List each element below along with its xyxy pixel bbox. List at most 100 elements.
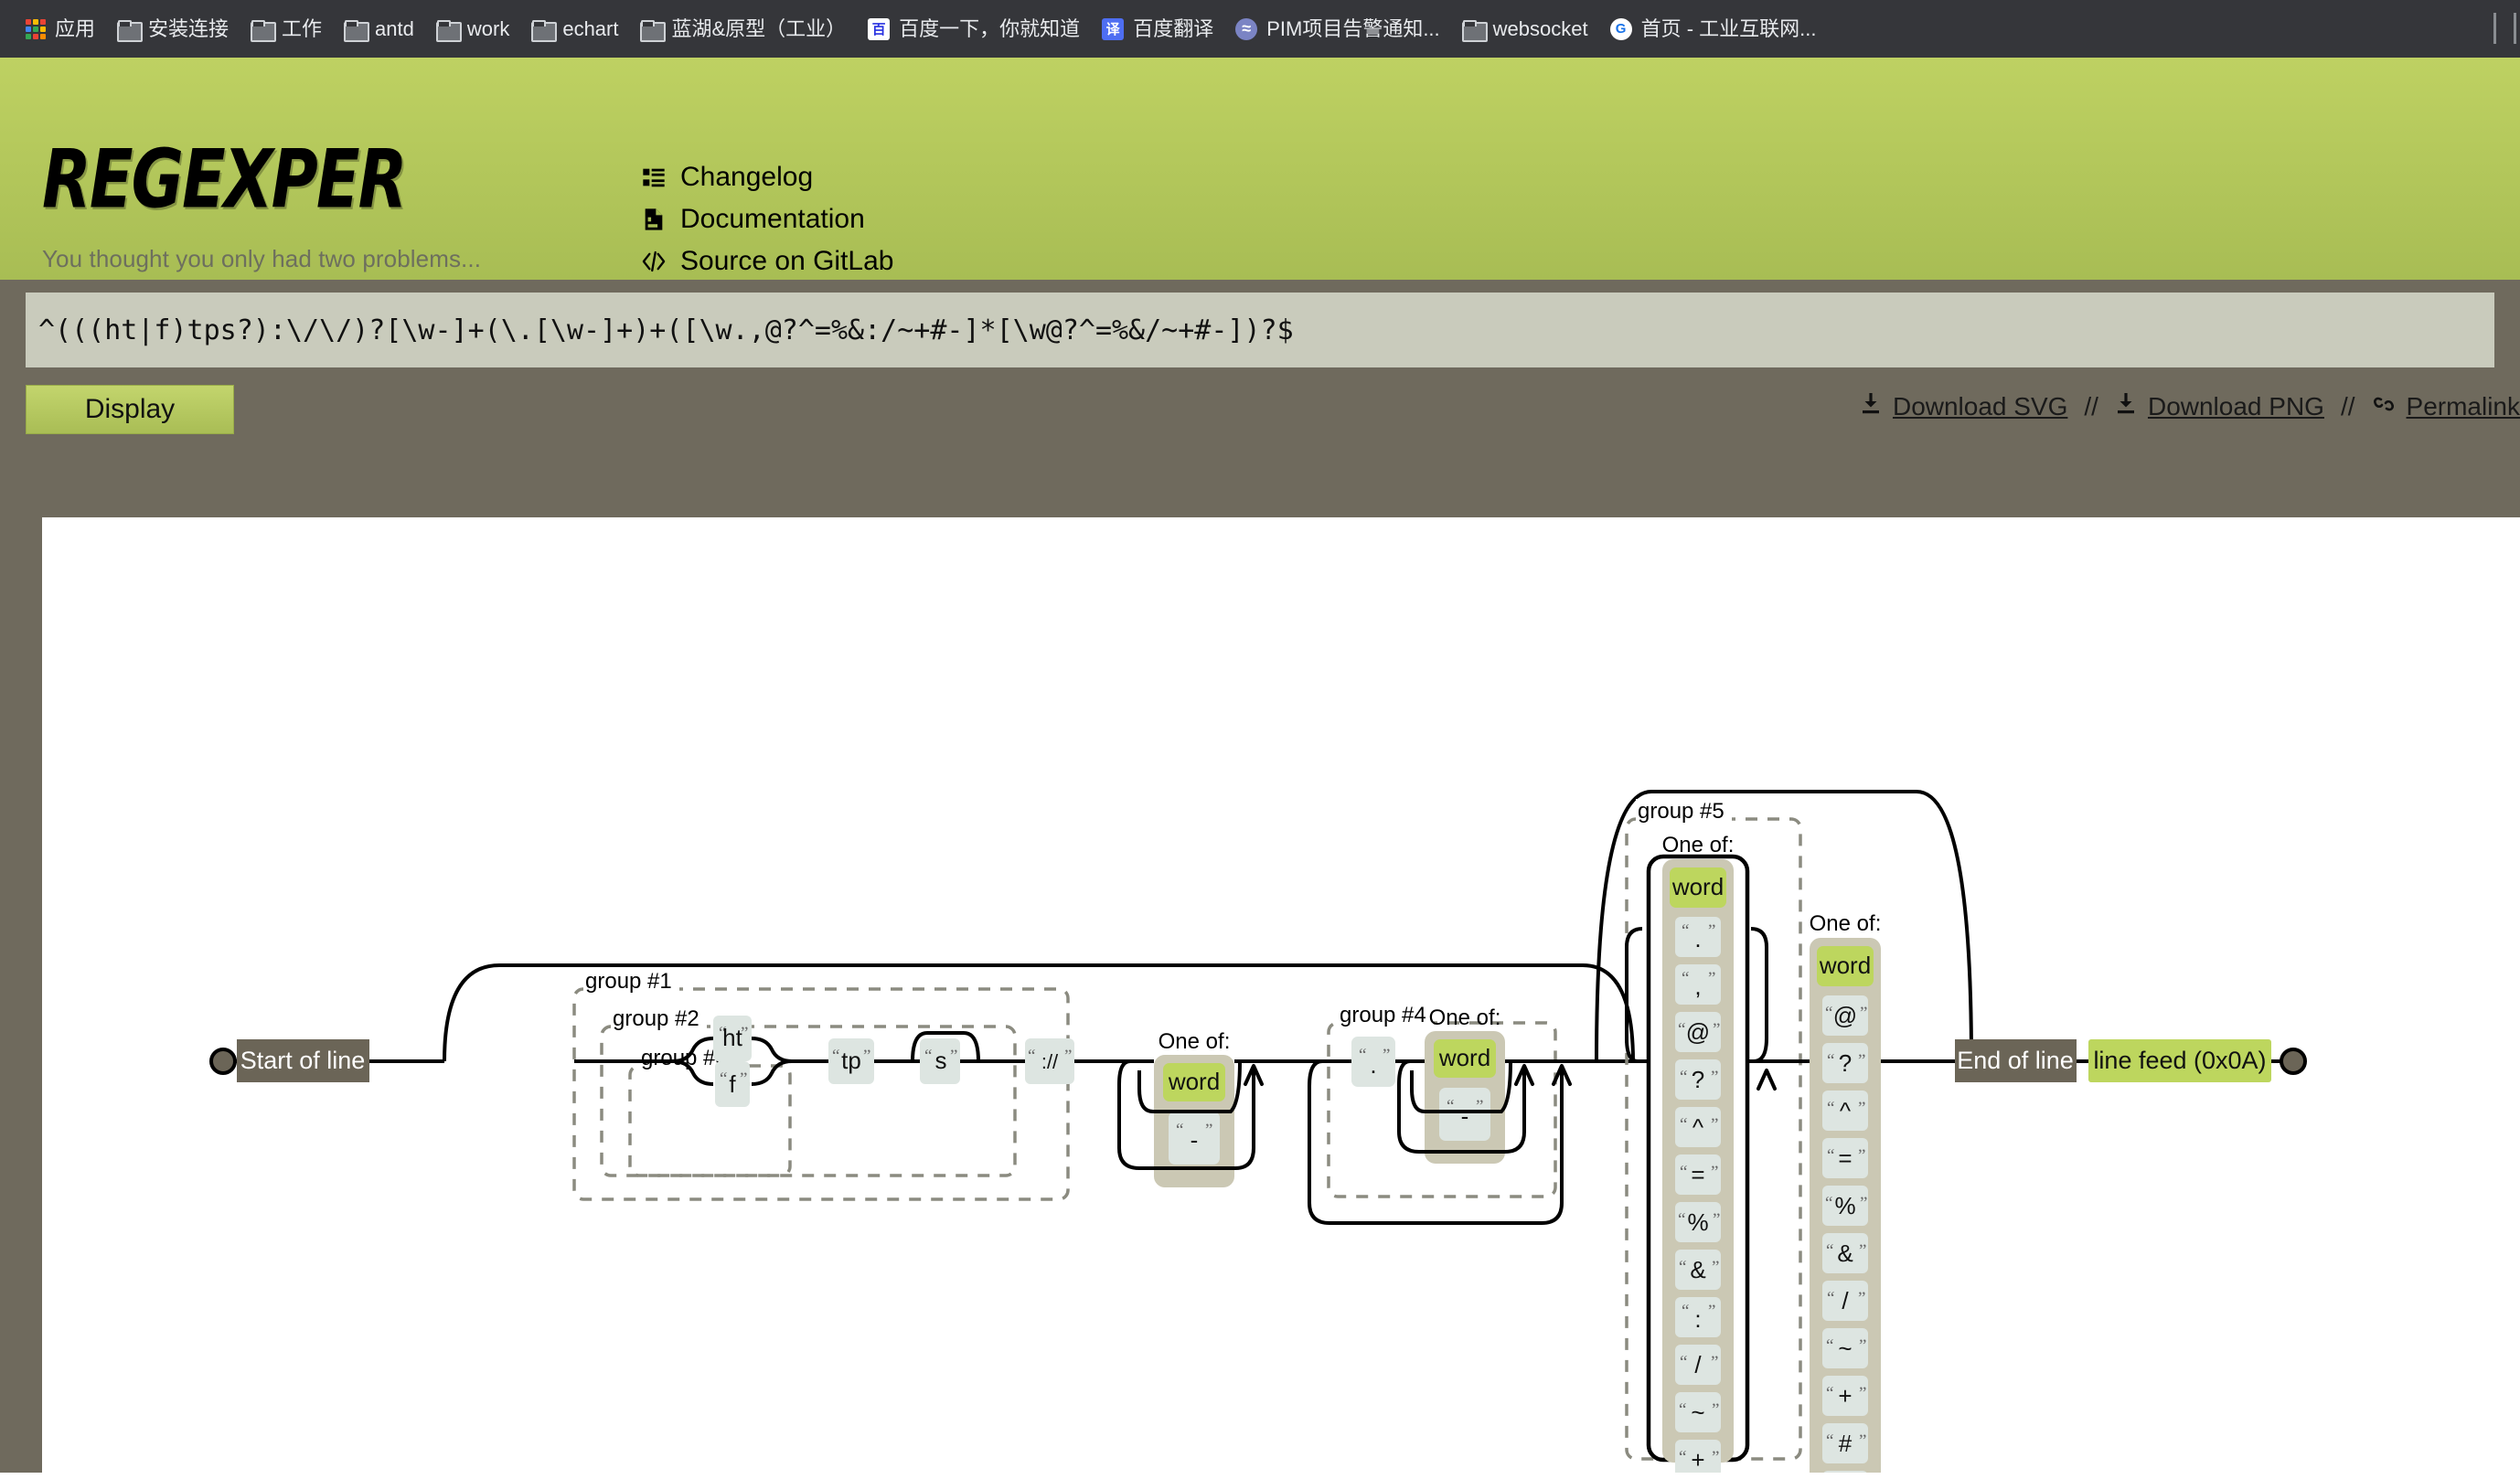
literal-tp: “ tp ”: [828, 1038, 874, 1084]
bookmark-label: echart: [562, 16, 619, 40]
download-png-label: Download PNG: [2147, 391, 2324, 420]
svg-text:=: =: [1838, 1144, 1852, 1172]
end-of-line-node: End of line: [1955, 1039, 2077, 1082]
charset-word-label: word: [1168, 1068, 1220, 1095]
svg-text:”: ”: [1860, 1194, 1867, 1213]
railroad-svg: .t-anchor { font-family:"Liberation Sans…: [209, 790, 2307, 1473]
regex-input[interactable]: [26, 293, 2494, 367]
svg-text:?: ?: [1692, 1066, 1704, 1093]
bookmark-item-home-iiot[interactable]: G 首页 - 工业互联网...: [1599, 13, 1828, 46]
svg-text:?: ?: [1839, 1049, 1852, 1077]
bookmark-label: 百度一下，你就知道: [899, 16, 1081, 40]
charset-1-item: “ ? ”: [1675, 1059, 1721, 1100]
svg-text:“: “: [1680, 1115, 1687, 1134]
regex-railroad-diagram[interactable]: .t-anchor { font-family:"Liberation Sans…: [42, 517, 2520, 1473]
bookmark-item-pim[interactable]: ≈ PIM项目告警通知...: [1224, 13, 1450, 46]
charset-1-item: “ / ”: [1675, 1345, 1721, 1385]
svg-text:#: #: [1839, 1430, 1853, 1457]
svg-text:”: ”: [1858, 1099, 1865, 1118]
svg-text:~: ~: [1691, 1399, 1704, 1426]
svg-text:+: +: [1838, 1382, 1852, 1410]
download-icon: [2115, 391, 2137, 421]
folder-icon: [435, 19, 462, 42]
nav-item-source-on-gitlab[interactable]: Source on GitLab: [640, 240, 893, 282]
nav-item-label: Changelog: [680, 162, 814, 192]
charset-2-item: “ - ”: [1823, 1471, 1867, 1473]
charset-2-item: “ ? ”: [1822, 1043, 1868, 1083]
literal-tp-label: tp: [841, 1047, 861, 1074]
svg-text:“: “: [1827, 1146, 1834, 1165]
svg-text:“: “: [1827, 1051, 1834, 1070]
svg-text:”: ”: [1859, 1241, 1866, 1261]
charset-2-item: “ @ ”: [1822, 995, 1868, 1036]
svg-text:=: =: [1691, 1161, 1704, 1188]
svg-text:”: ”: [1859, 1384, 1866, 1403]
charset-1-item: “ ~ ”: [1675, 1392, 1721, 1432]
charset-1-item: “ , ”: [1675, 964, 1721, 1005]
literal-s: “ s ”: [920, 1038, 960, 1084]
nav-item-documentation[interactable]: Documentation: [640, 198, 893, 240]
bookmark-label: 安装连接: [148, 16, 230, 40]
home-favicon: G: [1609, 17, 1632, 40]
svg-text:“: “: [1678, 1210, 1685, 1229]
bookmark-label: 蓝湖&原型（工业）: [671, 16, 847, 40]
bookmark-item-websocket[interactable]: websocket: [1451, 14, 1599, 45]
svg-text:”: ”: [1205, 1121, 1212, 1140]
link-separator-2: //: [2340, 391, 2355, 420]
download-icon: [1860, 391, 1882, 421]
charset-1: One of: word “ . ” “ , ” “ @ ” “ ? ” “ ^…: [1662, 833, 1734, 1473]
bookmark-label: PIM项目告警通知...: [1266, 16, 1440, 40]
bookmark-label: 工作: [282, 16, 323, 40]
bookmark-label: work: [466, 16, 510, 40]
code-brackets-icon: [640, 248, 667, 275]
folder-icon: [251, 19, 277, 42]
charset-char: -: [1191, 1126, 1199, 1154]
display-button[interactable]: Display: [26, 385, 234, 434]
svg-text:@: @: [1686, 1018, 1710, 1046]
svg-text:”: ”: [1711, 1068, 1718, 1087]
svg-text:”: ”: [1711, 1115, 1718, 1134]
download-png-link[interactable]: Download PNG: [2115, 391, 2324, 421]
main-navigation: Changelog Documentation Source on GitLab: [640, 156, 893, 282]
download-svg-link[interactable]: Download SVG: [1860, 391, 2067, 421]
svg-text:”: ”: [741, 1024, 748, 1043]
charset-1-word-label: word: [1671, 873, 1724, 900]
svg-text:“: “: [720, 1069, 727, 1089]
charset-char: -: [1461, 1102, 1469, 1130]
site-tagline: You thought you only had two problems...: [42, 245, 482, 272]
group-4-label: group #4: [1340, 1003, 1426, 1027]
bookmark-item-baidu-translate[interactable]: 译 百度翻译: [1091, 13, 1224, 46]
svg-text:“: “: [1679, 1400, 1686, 1420]
permalink-link[interactable]: Permalink: [2372, 392, 2520, 421]
charset-2-item: “ % ”: [1822, 1186, 1868, 1226]
site-header: REGEXPER You thought you only had two pr…: [0, 58, 2520, 280]
literal-dot: “ . ”: [1351, 1037, 1395, 1087]
svg-text:”: ”: [1708, 1302, 1715, 1321]
svg-text:”: ”: [1712, 1400, 1719, 1420]
charset-2-item: “ ^ ”: [1822, 1091, 1868, 1131]
svg-text:”: ”: [1713, 1210, 1720, 1229]
svg-text:%: %: [1687, 1208, 1708, 1236]
bookmark-item-apps[interactable]: 应用: [15, 14, 106, 45]
literal-ht: “ ht ”: [713, 1016, 752, 1061]
bookmark-item-lanhu[interactable]: 蓝湖&原型（工业）: [629, 14, 857, 45]
nav-item-changelog[interactable]: Changelog: [640, 156, 893, 198]
charset-1-item: “ % ”: [1675, 1202, 1721, 1242]
line-feed-label: line feed (0x0A): [2093, 1047, 2266, 1074]
svg-text:”: ”: [1859, 1431, 1866, 1451]
svg-text:”: ”: [863, 1047, 870, 1066]
bookmark-item-echart[interactable]: echart: [520, 14, 629, 45]
bookmark-item-baidu[interactable]: 百 百度一下，你就知道: [857, 13, 1091, 46]
regexper-logo[interactable]: REGEXPER: [42, 133, 407, 226]
bookmark-item-install-connect[interactable]: 安装连接: [106, 14, 240, 45]
group-3-box: group #3: [628, 1046, 792, 1177]
bookmark-item-work-cn[interactable]: 工作: [240, 14, 333, 45]
svg-text:”: ”: [1711, 1353, 1718, 1372]
svg-text:“: “: [1682, 921, 1689, 941]
bookmark-item-antd[interactable]: antd: [333, 14, 425, 45]
svg-text:”: ”: [1711, 1163, 1718, 1182]
bookmark-item-work[interactable]: work: [425, 14, 520, 45]
start-of-line-label: Start of line: [240, 1047, 366, 1074]
end-of-line-label: End of line: [1957, 1047, 2074, 1074]
svg-text:&: &: [1690, 1256, 1705, 1283]
